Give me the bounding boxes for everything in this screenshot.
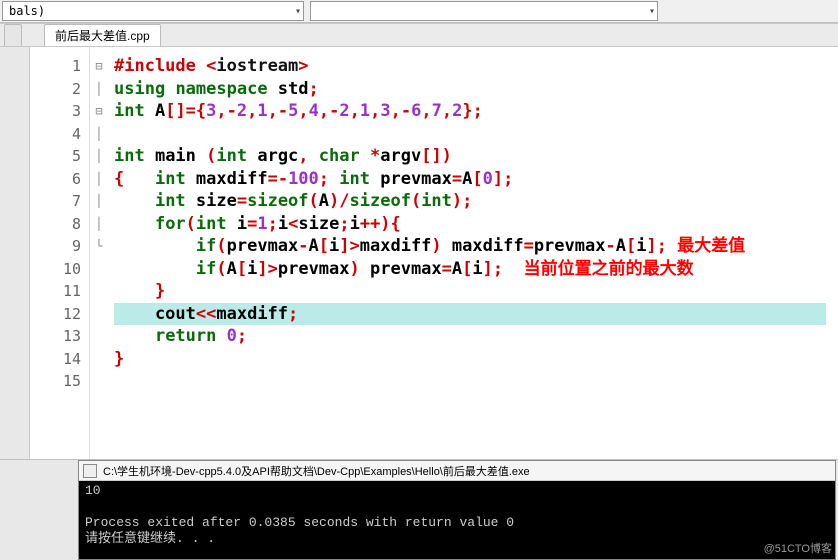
- code-line[interactable]: return 0;: [114, 325, 838, 348]
- code-line[interactable]: cout<<maxdiff;: [114, 303, 826, 326]
- symbol-combo[interactable]: ▾: [310, 1, 658, 21]
- console-title-text: C:\学生机环境-Dev-cpp5.4.0及API帮助文档\Dev-Cpp\Ex…: [103, 463, 530, 479]
- code-line[interactable]: [114, 123, 838, 146]
- fold-gutter[interactable]: ⊟│⊟│││││└: [90, 47, 108, 459]
- chevron-down-icon: ▾: [649, 6, 655, 17]
- code-line[interactable]: if(A[i]>prevmax) prevmax=A[i]; 当前位置之前的最大…: [114, 258, 838, 281]
- watermark: @51CTO博客: [764, 540, 832, 556]
- console-window[interactable]: C:\学生机环境-Dev-cpp5.4.0及API帮助文档\Dev-Cpp\Ex…: [78, 460, 836, 560]
- file-tab-label: 前后最大差值.cpp: [55, 27, 150, 44]
- code-area[interactable]: #include <iostream>using namespace std;i…: [108, 47, 838, 459]
- side-panel-tab[interactable]: [4, 24, 22, 46]
- app-icon: [83, 464, 97, 478]
- code-line[interactable]: for(int i=1;i<size;i++){: [114, 213, 838, 236]
- toolbar: bals) ▾ ▾: [0, 0, 838, 23]
- scope-combo[interactable]: bals) ▾: [2, 1, 304, 21]
- code-line[interactable]: int A[]={3,-2,1,-5,4,-2,1,3,-6,7,2};: [114, 100, 838, 123]
- code-line[interactable]: #include <iostream>: [114, 55, 838, 78]
- scope-combo-text: bals): [9, 4, 45, 18]
- code-line[interactable]: if(prevmax-A[i]>maxdiff) maxdiff=prevmax…: [114, 235, 838, 258]
- file-tab[interactable]: 前后最大差值.cpp: [44, 24, 161, 46]
- console-titlebar[interactable]: C:\学生机环境-Dev-cpp5.4.0及API帮助文档\Dev-Cpp\Ex…: [79, 461, 835, 481]
- tab-bar: 前后最大差值.cpp: [0, 23, 838, 47]
- console-output: 10 Process exited after 0.0385 seconds w…: [79, 481, 835, 559]
- code-editor[interactable]: 123456789101112131415 ⊟│⊟│││││└ #include…: [0, 47, 838, 460]
- left-margin: [0, 47, 30, 459]
- code-line[interactable]: }: [114, 348, 838, 371]
- line-number-gutter: 123456789101112131415: [30, 47, 90, 459]
- code-line[interactable]: using namespace std;: [114, 78, 838, 101]
- code-line[interactable]: }: [114, 280, 838, 303]
- chevron-down-icon: ▾: [295, 6, 301, 17]
- code-line[interactable]: int main (int argc, char *argv[]): [114, 145, 838, 168]
- code-line[interactable]: { int maxdiff=-100; int prevmax=A[0];: [114, 168, 838, 191]
- code-line[interactable]: [114, 370, 838, 393]
- code-line[interactable]: int size=sizeof(A)/sizeof(int);: [114, 190, 838, 213]
